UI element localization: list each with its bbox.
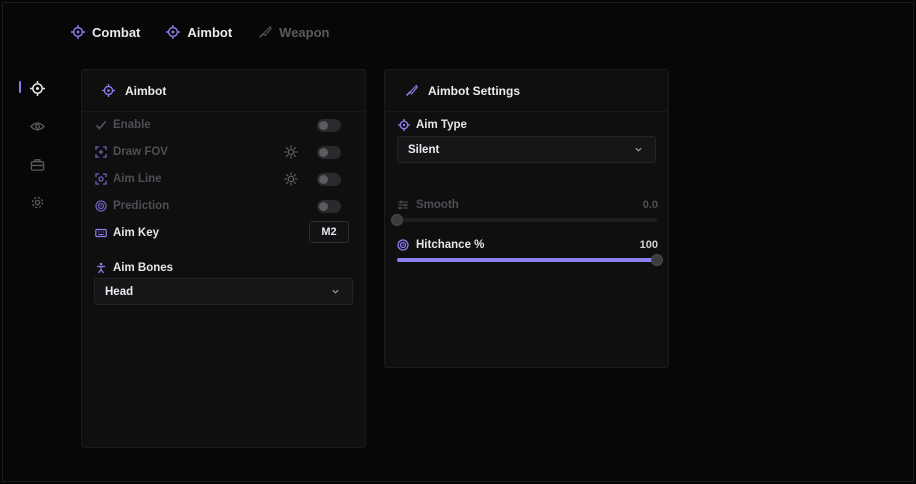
person-icon — [96, 262, 105, 274]
slider-fill — [397, 258, 657, 262]
aim-key-row: Aim Key M2 — [94, 221, 353, 243]
aim-key-label: Aim Key — [113, 227, 160, 239]
sidebar-item-aim[interactable] — [17, 69, 57, 107]
chevron-down-icon — [332, 289, 339, 294]
settings-gear-icon[interactable] — [284, 172, 298, 186]
enable-toggle[interactable] — [317, 118, 341, 132]
tab-weapon[interactable]: Weapon — [258, 24, 330, 40]
panel-header: Aimbot Settings — [385, 70, 668, 112]
aim-bones-dropdown[interactable]: Head — [94, 278, 353, 305]
crosshair-icon — [71, 25, 85, 39]
aim-line-icon — [94, 173, 107, 185]
toolbox-icon — [30, 158, 44, 171]
crosshair-icon — [397, 119, 410, 131]
keyboard-icon — [94, 228, 107, 238]
panel-title: Aimbot — [125, 83, 167, 98]
smooth-value: 0.0 — [642, 199, 658, 211]
hitchance-row: Hitchance % 100 — [397, 237, 658, 253]
aim-line-row: Aim Line — [94, 170, 353, 188]
smooth-row: Smooth 0.0 — [397, 197, 658, 213]
aim-type-dropdown[interactable]: Silent — [397, 136, 656, 163]
aimbot-panel: Aimbot Enable Draw FOV Aim Line Predicti… — [81, 69, 366, 448]
tab-label: Aimbot — [187, 24, 233, 40]
tab-aimbot[interactable]: Aimbot — [166, 25, 232, 40]
sidebar — [17, 69, 57, 221]
eye-icon — [29, 122, 45, 130]
sliders-icon — [398, 200, 408, 210]
active-indicator — [19, 81, 21, 93]
crosshair-icon — [166, 25, 181, 39]
draw-fov-row: Draw FOV — [94, 143, 353, 161]
hitchance-value: 100 — [639, 239, 658, 251]
prediction-row: Prediction — [94, 197, 353, 215]
aim-line-toggle[interactable] — [317, 172, 341, 186]
aim-bones-value: Head — [105, 285, 134, 298]
draw-fov-toggle[interactable] — [317, 145, 341, 159]
aim-type-value: Silent — [408, 143, 440, 156]
slider-handle[interactable] — [651, 254, 663, 266]
aim-type-row: Aim Type — [397, 116, 656, 134]
top-tab-bar: Combat Aimbot Weapon — [71, 23, 356, 41]
sidebar-item-settings[interactable] — [17, 183, 57, 221]
prediction-toggle[interactable] — [317, 199, 341, 213]
check-icon — [95, 120, 106, 130]
smooth-slider[interactable] — [391, 214, 657, 226]
prediction-label: Prediction — [113, 200, 170, 212]
aim-bones-row: Aim Bones — [94, 259, 353, 277]
aim-line-label: Aim Line — [113, 173, 162, 185]
hitchance-label: Hitchance % — [416, 239, 485, 251]
enable-row: Enable — [94, 116, 353, 134]
knife-icon — [406, 84, 418, 96]
panel-title: Aimbot Settings — [428, 83, 520, 98]
tab-combat[interactable]: Combat — [71, 25, 140, 40]
smooth-label: Smooth — [416, 199, 459, 211]
tab-label: Weapon — [279, 24, 330, 40]
draw-fov-label: Draw FOV — [113, 146, 168, 158]
settings-gear-icon[interactable] — [284, 145, 298, 159]
target-icon — [94, 200, 107, 212]
tab-label: Combat — [92, 24, 141, 40]
app-window: Combat Aimbot Weapon Aimbot Enable Draw … — [2, 2, 914, 482]
gear-icon — [31, 196, 43, 208]
target-icon — [397, 239, 409, 251]
hitchance-slider[interactable] — [397, 254, 663, 266]
sidebar-item-visuals[interactable] — [17, 107, 57, 145]
aim-type-label: Aim Type — [416, 119, 467, 131]
crosshair-icon — [102, 84, 115, 97]
aimbot-settings-panel: Aimbot Settings Aim Type Silent Smooth 0… — [384, 69, 669, 368]
sidebar-item-misc[interactable] — [17, 145, 57, 183]
chevron-down-icon — [635, 147, 642, 152]
slider-handle[interactable] — [391, 214, 403, 226]
aim-key-button[interactable]: M2 — [309, 221, 349, 243]
panel-header: Aimbot — [82, 70, 365, 112]
enable-label: Enable — [113, 119, 151, 131]
fov-icon — [94, 146, 107, 158]
crosshair-icon — [29, 80, 45, 96]
knife-icon — [259, 25, 273, 38]
aim-bones-label: Aim Bones — [113, 262, 174, 274]
